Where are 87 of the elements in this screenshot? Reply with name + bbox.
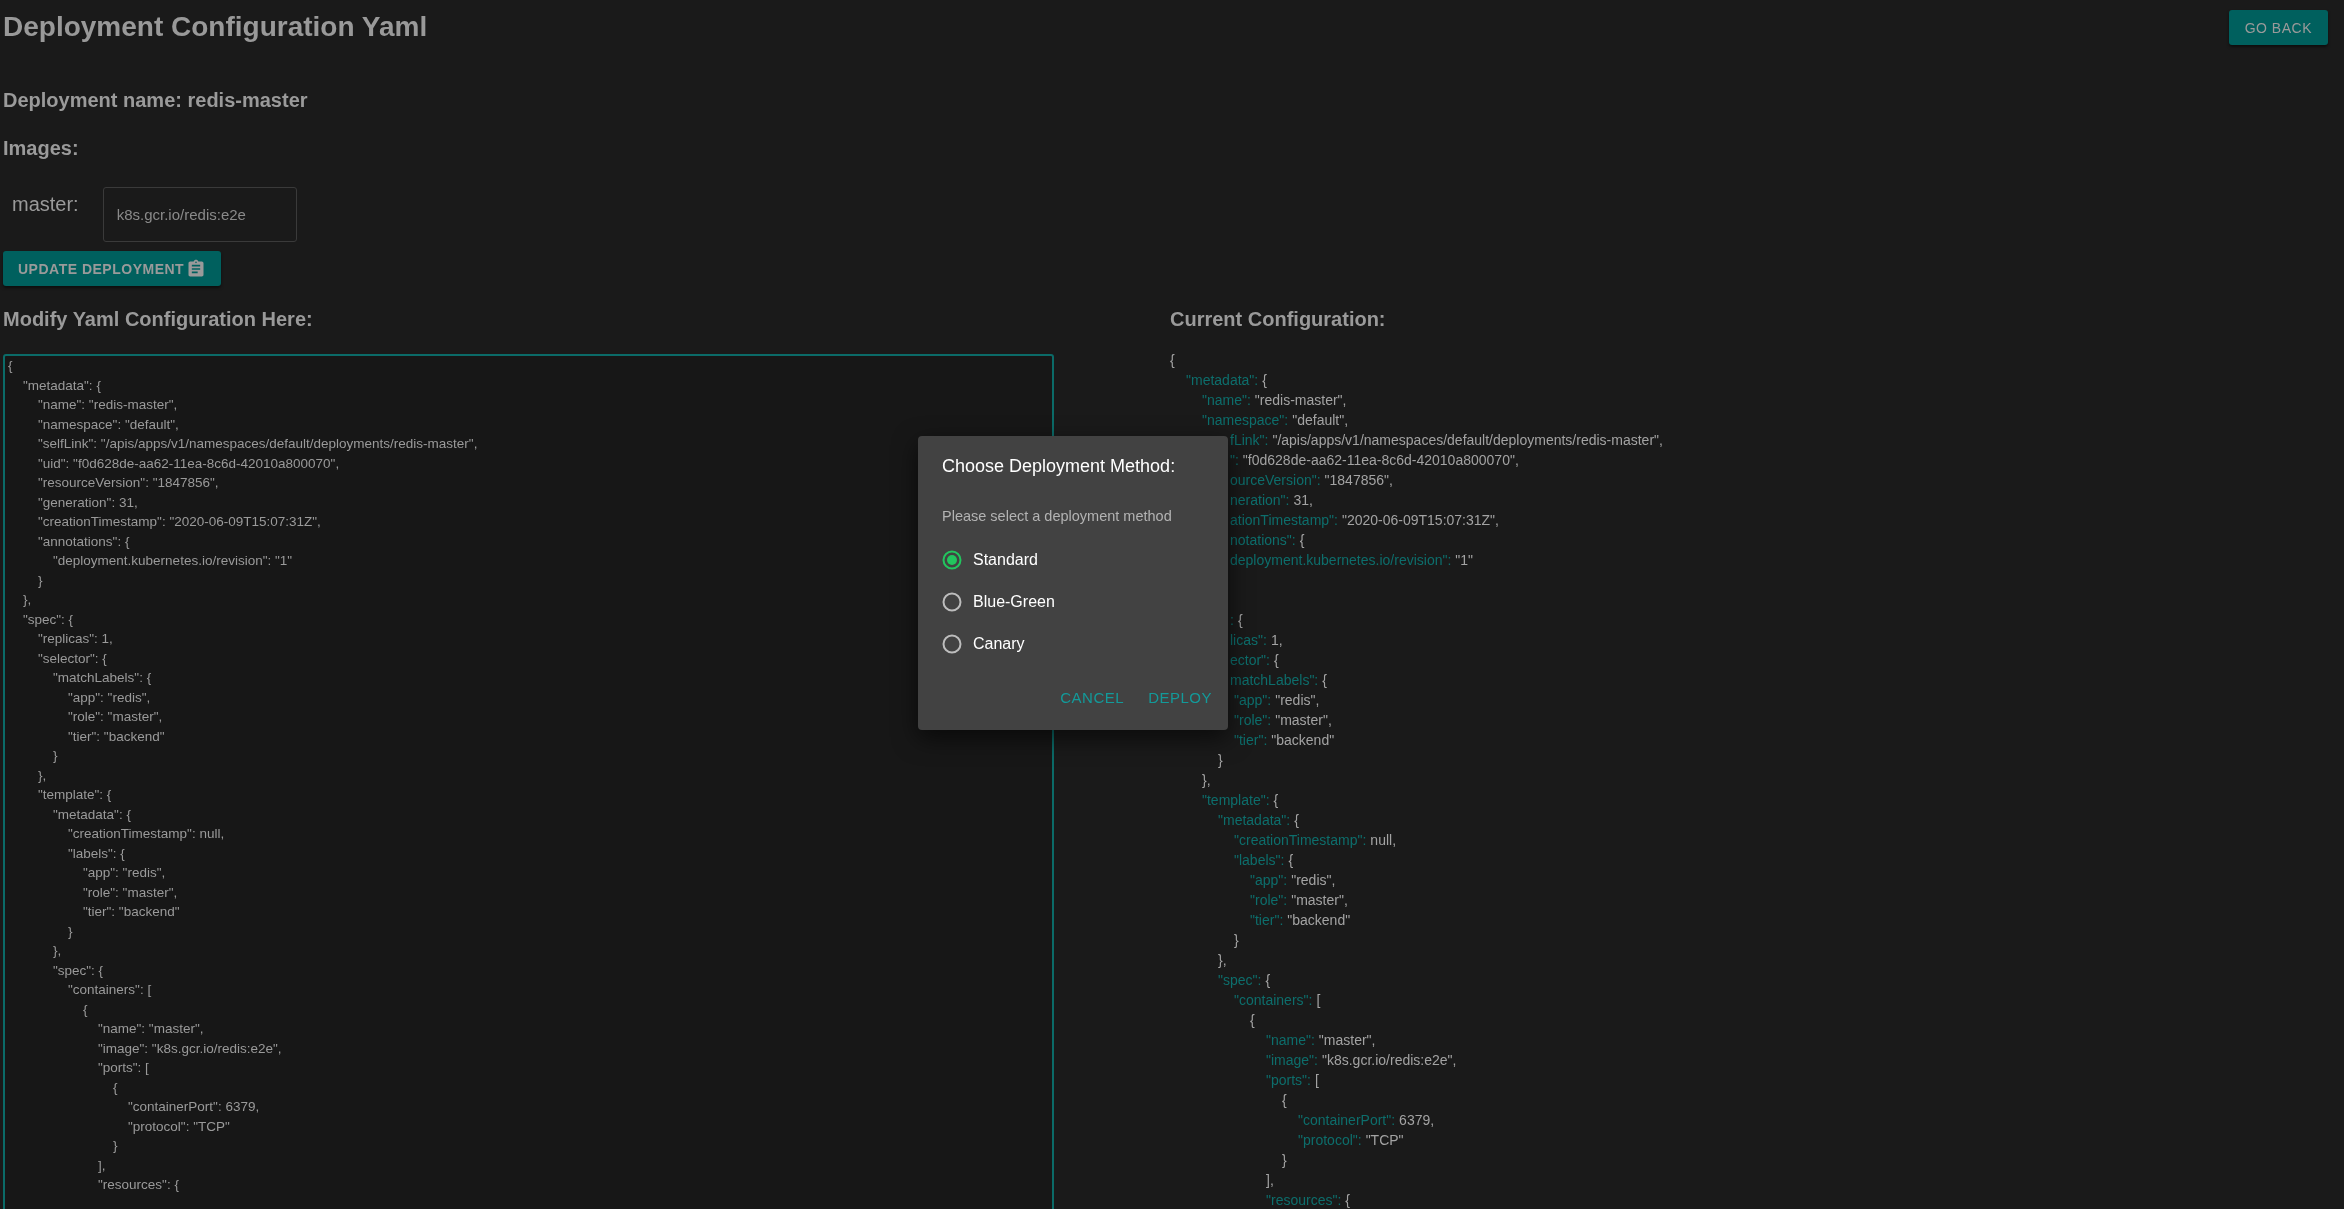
- json-key: :: [1230, 612, 1234, 628]
- json-value: "1847856",: [1324, 472, 1393, 488]
- json-value: [: [1314, 1072, 1319, 1088]
- deployment-name: Deployment name: redis-master: [3, 89, 309, 112]
- json-value: "master",: [1275, 712, 1332, 728]
- radio-button[interactable]: [942, 634, 962, 654]
- json-key: "metadata":: [1186, 372, 1259, 388]
- json-value: {: [1265, 972, 1271, 988]
- json-key: "protocol":: [1298, 1132, 1362, 1148]
- json-key: ector":: [1230, 652, 1270, 668]
- json-key: neration":: [1230, 492, 1290, 508]
- images-heading: Images:: [3, 137, 80, 160]
- json-key: ":: [1230, 452, 1239, 468]
- json-key: licas":: [1230, 632, 1267, 648]
- json-value: "backend": [1287, 912, 1351, 928]
- json-value: {: [1299, 532, 1305, 548]
- json-value: }: [1234, 932, 1239, 948]
- current-config-heading: Current Configuration:: [1170, 308, 1387, 332]
- json-value: 1,: [1270, 632, 1283, 648]
- json-value: "TCP": [1365, 1132, 1404, 1148]
- json-key: "containerPort":: [1298, 1112, 1396, 1128]
- json-value: }: [1282, 1152, 1287, 1168]
- json-value: "2020-06-09T15:07:31Z",: [1341, 512, 1499, 528]
- option-label[interactable]: Canary: [973, 635, 1025, 653]
- json-value: {: [1322, 672, 1327, 688]
- clipboard-icon: [186, 258, 207, 279]
- json-value: },: [1218, 952, 1227, 968]
- json-value: }: [1218, 752, 1223, 768]
- json-value: "k8s.gcr.io/redis:e2e",: [1321, 1052, 1457, 1068]
- json-key: "role":: [1234, 712, 1272, 728]
- json-key: "image":: [1266, 1052, 1318, 1068]
- json-key: "name":: [1202, 392, 1251, 408]
- json-value: "redis",: [1291, 872, 1336, 888]
- json-key: "ports":: [1266, 1072, 1311, 1088]
- json-key: ourceVersion":: [1230, 472, 1321, 488]
- json-key: "tier":: [1234, 732, 1268, 748]
- json-key: "tier":: [1250, 912, 1284, 928]
- json-key: "app":: [1250, 872, 1288, 888]
- json-key: "containers":: [1234, 992, 1313, 1008]
- json-value: },: [1202, 772, 1211, 788]
- option-label[interactable]: Standard: [973, 551, 1038, 569]
- json-value: {: [1282, 1092, 1287, 1108]
- json-value: {: [1273, 792, 1279, 808]
- json-value: "default",: [1292, 412, 1349, 428]
- json-value: {: [1294, 812, 1299, 828]
- json-value: {: [1274, 652, 1279, 668]
- json-value: {: [1170, 352, 1175, 368]
- json-value: {: [1250, 1012, 1255, 1028]
- json-key: "name":: [1266, 1032, 1315, 1048]
- json-value: "f0d628de-aa62-11ea-8c6d-42010a800070",: [1242, 452, 1519, 468]
- json-value: {: [1262, 372, 1267, 388]
- json-key: "metadata":: [1218, 812, 1291, 828]
- json-value: ],: [1266, 1172, 1274, 1188]
- page-title: Deployment Configuration Yaml: [3, 11, 428, 43]
- json-key: deployment.kubernetes.io/revision":: [1230, 552, 1452, 568]
- json-value: [: [1316, 992, 1321, 1008]
- json-key: fLink":: [1230, 432, 1269, 448]
- json-key: "app":: [1234, 692, 1272, 708]
- option-label[interactable]: Blue-Green: [973, 593, 1055, 611]
- json-value: "master",: [1318, 1032, 1376, 1048]
- json-value: {: [1345, 1192, 1350, 1208]
- json-value: "redis",: [1275, 692, 1320, 708]
- json-value: null,: [1370, 832, 1397, 848]
- json-value: 6379,: [1399, 1112, 1435, 1128]
- json-value: {: [1237, 612, 1243, 628]
- json-value: "backend": [1271, 732, 1335, 748]
- json-key: "role":: [1250, 892, 1288, 908]
- json-key: "resources":: [1266, 1192, 1342, 1208]
- json-key: matchLabels":: [1230, 672, 1319, 688]
- json-value: "/apis/apps/v1/namespaces/default/deployments/redis-master",: [1272, 432, 1663, 448]
- json-value: "1": [1455, 552, 1474, 568]
- json-value: "master",: [1291, 892, 1348, 908]
- json-key: "labels":: [1234, 852, 1285, 868]
- json-key: "creationTimestamp":: [1234, 832, 1367, 848]
- radio-button[interactable]: [942, 592, 962, 612]
- json-key: "template":: [1202, 792, 1270, 808]
- json-key: "spec":: [1218, 972, 1262, 988]
- json-value: {: [1288, 852, 1294, 868]
- radio-button[interactable]: [942, 550, 962, 570]
- json-key: "namespace":: [1202, 412, 1289, 428]
- json-key: notations":: [1230, 532, 1296, 548]
- json-value: 31,: [1293, 492, 1313, 508]
- image-label: master:: [12, 193, 79, 216]
- image-input-field[interactable]: k8s.gcr.io/redis:e2e: [102, 187, 297, 242]
- json-key: ationTimestamp":: [1230, 512, 1338, 528]
- json-value: "redis-master",: [1254, 392, 1347, 408]
- editor-heading: Modify Yaml Configuration Here:: [3, 308, 314, 332]
